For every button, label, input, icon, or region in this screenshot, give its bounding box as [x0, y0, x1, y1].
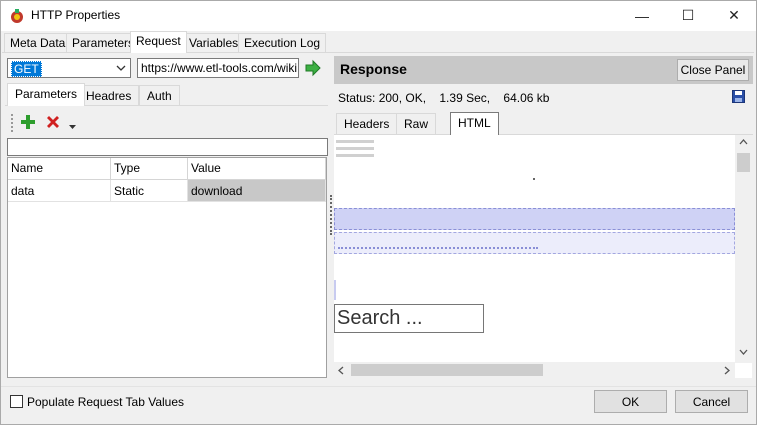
scroll-right-icon[interactable] [724, 366, 730, 375]
page-dot [533, 178, 535, 180]
column-header-name[interactable]: Name [8, 158, 111, 180]
scroll-left-icon[interactable] [338, 366, 344, 375]
delete-icon[interactable] [45, 114, 61, 130]
app-icon [11, 9, 23, 23]
panel-splitter[interactable] [330, 195, 332, 235]
add-icon[interactable] [20, 114, 36, 130]
chevron-down-icon [116, 65, 126, 71]
method-select[interactable]: GET [7, 58, 131, 78]
subnav-band [334, 232, 735, 254]
dropdown-arrow-icon[interactable] [69, 125, 76, 130]
tab-divider [2, 52, 754, 53]
response-tab-headers[interactable]: Headers [336, 113, 398, 134]
response-tab-html[interactable]: HTML [450, 112, 499, 135]
tab-request[interactable]: Request [130, 31, 187, 53]
ok-button[interactable]: OK [594, 390, 667, 413]
url-input[interactable]: https://www.etl-tools.com/wiki [137, 58, 299, 78]
maximize-button[interactable]: ☐ [665, 0, 711, 31]
cell-type[interactable]: Static [111, 180, 188, 202]
column-header-type[interactable]: Type [111, 158, 188, 180]
html-preview [334, 135, 752, 378]
response-title: Response [340, 61, 407, 77]
cancel-button[interactable]: Cancel [675, 390, 748, 413]
minimize-button[interactable]: — [619, 0, 665, 31]
cell-name[interactable]: data [8, 180, 111, 202]
response-tab-raw[interactable]: Raw [396, 113, 437, 134]
filter-input[interactable] [7, 138, 328, 156]
close-panel-button[interactable]: Close Panel [677, 59, 749, 81]
maximize-icon: ☐ [681, 7, 695, 23]
minimize-icon: — [635, 7, 649, 24]
subtab-parameters[interactable]: Parameters [7, 83, 86, 106]
search-input[interactable]: Search ... [334, 304, 484, 333]
horizontal-scroll-thumb[interactable] [351, 364, 543, 376]
method-value: GET [11, 61, 42, 77]
vertical-scroll-thumb[interactable] [737, 153, 750, 172]
close-icon: ✕ [728, 7, 740, 23]
nav-band [334, 208, 735, 230]
response-header: Response Close Panel [334, 56, 753, 84]
populate-checkbox[interactable] [10, 395, 23, 408]
tab-meta-data[interactable]: Meta Data [4, 33, 72, 52]
window-title: HTTP Properties [31, 8, 121, 22]
tab-variables[interactable]: Variables [183, 33, 245, 52]
column-header-value[interactable]: Value [188, 158, 326, 180]
tab-execution-log[interactable]: Execution Log [238, 33, 327, 52]
tab-parameters[interactable]: Parameters [66, 33, 141, 52]
subtab-headres[interactable]: Headres [78, 85, 140, 105]
populate-label[interactable]: Populate Request Tab Values [27, 395, 184, 409]
scroll-up-icon[interactable] [739, 139, 748, 145]
subnav-links [338, 247, 538, 249]
footer-divider [0, 386, 757, 387]
go-arrow-icon[interactable] [304, 59, 322, 77]
response-status: Status: 200, OK, 1.39 Sec, 64.06 kb [338, 91, 550, 105]
save-icon[interactable] [732, 90, 745, 103]
cell-value[interactable]: download [188, 180, 326, 202]
close-window-button[interactable]: ✕ [711, 0, 757, 31]
vertical-scrollbar[interactable] [735, 135, 752, 363]
toolbar-grip[interactable] [11, 114, 13, 132]
subtab-auth[interactable]: Auth [139, 85, 180, 105]
content-marker [334, 280, 336, 300]
horizontal-scrollbar[interactable] [334, 362, 735, 378]
scroll-down-icon[interactable] [739, 349, 748, 355]
parameters-grid: Name Type Value data Static download [7, 157, 327, 378]
menu-icon[interactable] [334, 138, 376, 160]
